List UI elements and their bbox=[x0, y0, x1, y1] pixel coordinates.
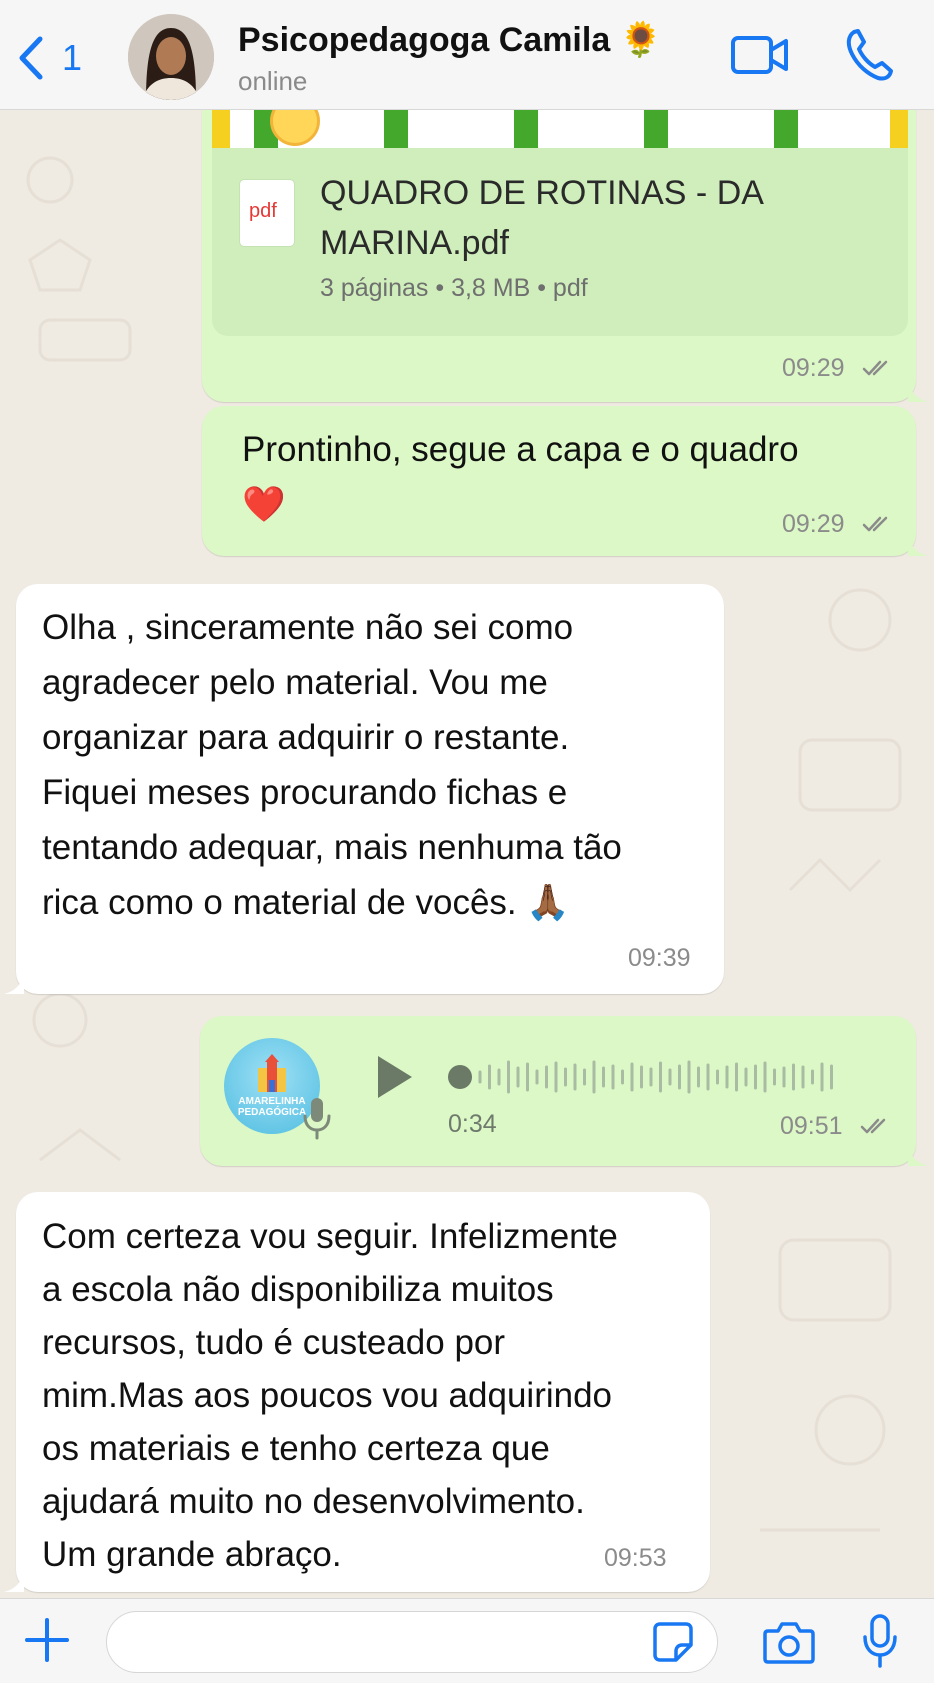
message-input[interactable] bbox=[106, 1611, 718, 1673]
unread-count: 1 bbox=[62, 37, 83, 78]
wallpaper-doodle bbox=[788, 588, 902, 893]
document-preview-image[interactable] bbox=[212, 108, 908, 148]
back-button[interactable]: 1 bbox=[14, 30, 94, 86]
pdf-icon: pdf bbox=[240, 180, 294, 246]
incoming-message-bubble[interactable]: Olha , sinceramente não sei como agradec… bbox=[16, 584, 724, 994]
read-ticks-icon bbox=[862, 360, 888, 376]
plus-icon[interactable] bbox=[24, 1617, 70, 1663]
video-call-icon[interactable] bbox=[730, 30, 790, 80]
voice-duration: 0:34 bbox=[448, 1110, 497, 1138]
contact-status: online bbox=[238, 66, 308, 96]
message-composer bbox=[0, 1598, 934, 1683]
chat-header: 1 Psicopedagoga Camila 🌻 online bbox=[0, 0, 934, 110]
message-text: Olha , sinceramente não sei como agradec… bbox=[42, 608, 622, 922]
castle-logo-icon bbox=[258, 1054, 286, 1092]
message-text: Com certeza vou seguir. Infelizmente a e… bbox=[42, 1217, 618, 1574]
audio-waveform[interactable] bbox=[448, 1054, 838, 1100]
sticker-icon[interactable] bbox=[652, 1621, 694, 1663]
document-file-name: QUADRO DE ROTINAS - DA MARINA.pdf bbox=[320, 174, 763, 262]
camera-icon[interactable] bbox=[762, 1619, 816, 1665]
avatar-logo-text: AMARELINHA PEDAGÓGICA bbox=[237, 1096, 307, 1118]
incoming-message-bubble[interactable]: Com certeza vou seguir. Infelizmente a e… bbox=[16, 1192, 710, 1592]
bubble-tail bbox=[4, 974, 24, 994]
microphone-icon[interactable] bbox=[862, 1613, 898, 1669]
contact-name[interactable]: Psicopedagoga Camila 🌻 bbox=[238, 20, 662, 60]
voice-message-bubble[interactable]: AMARELINHA PEDAGÓGICA 0:34 09:51 bbox=[200, 1016, 916, 1166]
message-time: 09:29 bbox=[782, 354, 845, 382]
message-time: 09:39 bbox=[628, 944, 691, 972]
avatar-image bbox=[128, 14, 214, 100]
bubble-tail bbox=[908, 382, 928, 402]
bubble-tail bbox=[908, 1146, 928, 1166]
wallpaper-doodle bbox=[760, 1238, 892, 1532]
microphone-icon bbox=[303, 1098, 331, 1140]
bubble-tail bbox=[4, 1572, 24, 1592]
back-chevron-icon bbox=[19, 36, 43, 80]
wallpaper-doodle bbox=[26, 156, 132, 362]
read-ticks-icon bbox=[862, 516, 888, 532]
message-time: 09:53 bbox=[604, 1544, 667, 1572]
outgoing-message-bubble[interactable]: Prontinho, segue a capa e o quadro ❤️ 09… bbox=[202, 406, 916, 556]
document-card[interactable]: pdf QUADRO DE ROTINAS - DA MARINA.pdf 3 … bbox=[212, 148, 908, 336]
bubble-tail bbox=[908, 536, 928, 556]
sun-icon bbox=[270, 108, 320, 146]
document-meta: 3 páginas • 3,8 MB • pdf bbox=[320, 274, 588, 302]
phone-icon[interactable] bbox=[844, 26, 894, 82]
message-time: 09:29 bbox=[782, 510, 845, 538]
play-icon[interactable] bbox=[372, 1052, 416, 1102]
contact-avatar[interactable] bbox=[128, 14, 214, 100]
document-message-bubble[interactable]: pdf QUADRO DE ROTINAS - DA MARINA.pdf 3 … bbox=[202, 90, 916, 402]
message-time: 09:51 bbox=[780, 1112, 843, 1140]
read-ticks-icon bbox=[860, 1118, 886, 1134]
